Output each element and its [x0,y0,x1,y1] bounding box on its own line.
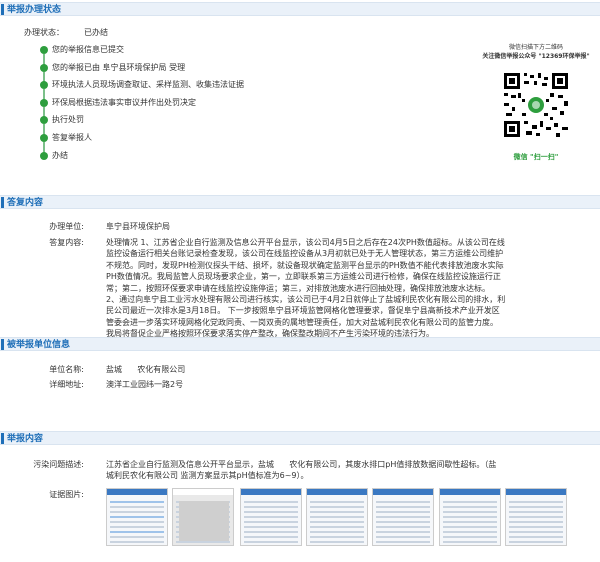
section-title: 举报内容 [7,434,44,444]
evidence-thumbnail[interactable] [372,488,434,546]
step-done-icon [40,81,48,90]
qr-scan-caption: 微信 "扫一扫" [513,153,559,161]
reply-line: 不规范。同时，发现PH检测仪探头干结、损坏，就设备现状确定监测平台显示的PH数值… [106,260,504,270]
section-title: 答复内容 [7,198,44,208]
desc-line: 城利民农化有限公司 监测方案显示其pH值标准为6~9）。 [106,471,309,481]
step-label: 您的举报信息已提交 [52,45,124,54]
reply-line: 管委会进一步落实环境网格化党政同责、一岗双责的属地管理责任，加大对盐城利民农化有… [106,317,498,327]
reply-line: 民公司最近一次排水是3月18日。 下一步按照阜宁县环境监管网格化管理要求，督促阜… [106,306,500,316]
step-label: 环境执法人员现场调查取证、采样监测、收集违法证据 [52,80,244,90]
reply-content-text: 处理情况 1、江苏省企业自行监测及信息公开平台显示，该公司4月5日之后存在24次… [106,237,564,340]
evidence-thumbnail[interactable] [106,488,168,546]
evidence-thumbnail[interactable] [306,488,368,546]
step-done-icon [40,134,48,142]
reply-line: 2、通过向阜宁县工业污水处理有限公司进行核实，该公司已于4月2日就停止了盐城利民… [106,295,506,305]
evidence-thumbnail[interactable] [172,488,234,546]
reply-line: 处理情况 1、江苏省企业自行监测及信息公开平台显示，该公司4月5日之后存在24次… [106,238,505,247]
section-header-status: 举报办理状态 [0,2,600,16]
step-label: 执行处罚 [52,115,84,125]
qr-code-icon [502,71,570,139]
section-title: 举报办理状态 [7,5,62,15]
evidence-thumbnail[interactable] [439,488,501,546]
step-label: 办结 [52,150,68,160]
reported-address-value: 澳洋工业园纬一路2号 [106,380,184,389]
reported-name-value: 盐城 农化有限公司 [106,365,186,374]
section-accent-bar [1,4,4,15]
reply-line: 常；第二，按照环保要求申请在线监控设施停运；第三，对排放池废水进行回抽处理，确保… [106,283,490,293]
report-desc-text: 江苏省企业自行监测及信息公开平台显示，盐城 农化有限公司，其废水排口pH值排放数… [106,459,564,482]
desc-line: 江苏省企业自行监测及信息公开平台显示，盐城 农化有限公司，其废水排口pH值排放数… [106,460,497,469]
evidence-label: 证据图片: [49,490,84,499]
evidence-thumbnail[interactable] [505,488,567,546]
evidence-thumbnail[interactable] [240,488,302,546]
section-header-reported: 被举报单位信息 [0,337,600,351]
reply-line: PH数值情况。我局监管人员现场要求企业，第一，立即联系第三方运维公司进行检修，确… [106,272,501,282]
section-title: 被举报单位信息 [7,340,71,350]
reported-address-label: 详细地址: [49,380,84,389]
status-value: 已办结 [84,28,108,37]
reply-unit-value: 阜宁县环境保护局 [106,222,170,231]
step-done-icon [40,116,48,125]
section-header-reply: 答复内容 [0,195,600,209]
reply-line: 监控设备运行相关台账记录检查发现，该公司在线监控设备从3月初就已处于无人管理状态… [106,249,504,259]
section-accent-bar [1,433,4,444]
section-header-report: 举报内容 [0,431,600,445]
qr-caption-line2: 关注微信举报公众号 "12369环保举报" [482,53,590,60]
step-done-icon [40,98,48,107]
step-done-icon [40,151,48,160]
status-label: 办理状态： [24,28,64,37]
reply-content-label: 答复内容: [49,238,84,247]
section-accent-bar [1,339,4,350]
step-done-icon [40,63,48,72]
step-label: 您的举报已由 阜宁县环境保护局 受理 [52,62,186,72]
reported-name-label: 单位名称: [49,365,84,374]
step-done-icon [40,46,48,54]
qr-caption-line1: 微信扫描下方二维码 [508,44,563,51]
step-label: 答复举报人 [52,133,92,142]
report-desc-label: 污染问题描述: [33,460,84,469]
reply-unit-label: 办理单位: [49,222,84,231]
section-accent-bar [1,197,4,208]
step-label: 环保局根据违法事实审议并作出处罚决定 [52,97,196,107]
